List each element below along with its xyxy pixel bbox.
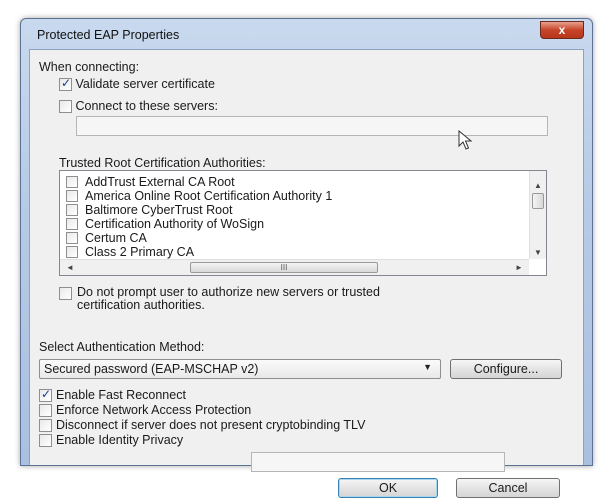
ca-item-label: Certification Authority of WoSign bbox=[85, 217, 265, 231]
connect-servers-option[interactable]: Connect to these servers: bbox=[59, 99, 218, 114]
identity-privacy-checkbox[interactable] bbox=[39, 434, 52, 448]
ok-button[interactable]: OK bbox=[338, 478, 438, 498]
ca-item-checkbox[interactable] bbox=[66, 232, 78, 244]
servers-input[interactable] bbox=[76, 116, 548, 136]
fast-reconnect-label: Enable Fast Reconnect bbox=[56, 388, 186, 402]
trusted-root-list[interactable]: AddTrust External CA Root America Online … bbox=[59, 170, 547, 276]
protected-eap-dialog: Protected EAP Properties x When connecti… bbox=[20, 18, 593, 498]
configure-button[interactable]: Configure... bbox=[450, 359, 562, 379]
auth-method-heading: Select Authentication Method: bbox=[39, 340, 205, 354]
ca-item-label: Class 2 Primary CA bbox=[85, 245, 195, 259]
cryptobinding-disconnect-option[interactable]: Disconnect if server does not present cr… bbox=[39, 418, 366, 433]
ca-item-label: America Online Root Certification Author… bbox=[85, 189, 333, 203]
connect-servers-checkbox[interactable] bbox=[59, 100, 72, 114]
horizontal-scroll-thumb[interactable]: III bbox=[190, 262, 378, 273]
network-access-protection-option[interactable]: Enforce Network Access Protection bbox=[39, 403, 252, 418]
ca-item-label: Baltimore CyberTrust Root bbox=[85, 203, 233, 217]
trusted-root-heading: Trusted Root Certification Authorities: bbox=[59, 156, 266, 170]
ca-item-label: Certum CA bbox=[85, 231, 147, 245]
network-access-protection-checkbox[interactable] bbox=[39, 404, 52, 418]
scroll-down-arrow-icon[interactable]: ▼ bbox=[530, 248, 546, 257]
ca-list-item[interactable]: Certification Authority of WoSign bbox=[66, 217, 264, 231]
dialog-title: Protected EAP Properties bbox=[37, 28, 180, 42]
vertical-scroll-thumb[interactable] bbox=[532, 193, 544, 209]
ca-item-checkbox[interactable] bbox=[66, 218, 78, 230]
ca-item-label: AddTrust External CA Root bbox=[85, 175, 235, 189]
no-prompt-option[interactable]: Do not prompt user to authorize new serv… bbox=[59, 286, 539, 312]
ca-item-checkbox[interactable] bbox=[66, 246, 78, 258]
ca-item-checkbox[interactable] bbox=[66, 190, 78, 202]
cancel-button[interactable]: Cancel bbox=[456, 478, 560, 498]
mouse-pointer-icon bbox=[458, 129, 473, 153]
title-bar[interactable]: Protected EAP Properties x bbox=[21, 19, 592, 49]
dropdown-arrow-icon: ▼ bbox=[423, 362, 432, 372]
identity-privacy-input[interactable] bbox=[251, 452, 505, 472]
identity-privacy-label: Enable Identity Privacy bbox=[56, 433, 184, 447]
no-prompt-label-line2: certification authorities. bbox=[77, 298, 205, 312]
ca-list-item[interactable]: Class 2 Primary CA bbox=[66, 245, 194, 259]
scroll-left-arrow-icon[interactable]: ◄ bbox=[62, 263, 78, 272]
vertical-scrollbar[interactable]: ▲ ▼ bbox=[529, 171, 546, 259]
network-access-protection-label: Enforce Network Access Protection bbox=[56, 403, 252, 417]
fast-reconnect-option[interactable]: Enable Fast Reconnect bbox=[39, 387, 186, 403]
auth-method-select[interactable]: Secured password (EAP-MSCHAP v2) ▼ bbox=[39, 359, 441, 379]
validate-certificate-option[interactable]: Validate server certificate bbox=[59, 76, 215, 92]
dialog-client-area: When connecting: Validate server certifi… bbox=[29, 49, 584, 498]
cryptobinding-disconnect-checkbox[interactable] bbox=[39, 419, 52, 433]
close-button[interactable]: x bbox=[540, 21, 584, 39]
when-connecting-heading: When connecting: bbox=[39, 60, 140, 74]
identity-privacy-option[interactable]: Enable Identity Privacy bbox=[39, 433, 184, 448]
fast-reconnect-checkbox[interactable] bbox=[39, 387, 52, 403]
validate-certificate-label: Validate server certificate bbox=[75, 77, 215, 91]
scroll-up-arrow-icon[interactable]: ▲ bbox=[530, 181, 546, 190]
ca-list-item[interactable]: Certum CA bbox=[66, 231, 147, 245]
ca-list-item[interactable]: Baltimore CyberTrust Root bbox=[66, 203, 233, 217]
validate-certificate-checkbox[interactable] bbox=[59, 76, 72, 92]
scroll-right-arrow-icon[interactable]: ► bbox=[511, 263, 527, 272]
cryptobinding-disconnect-label: Disconnect if server does not present cr… bbox=[56, 418, 366, 432]
ca-item-checkbox[interactable] bbox=[66, 176, 78, 188]
ca-item-checkbox[interactable] bbox=[66, 204, 78, 216]
horizontal-scrollbar[interactable]: ◄ III ► bbox=[60, 259, 529, 275]
ca-list-item[interactable]: AddTrust External CA Root bbox=[66, 175, 235, 189]
no-prompt-checkbox[interactable] bbox=[59, 287, 72, 300]
ca-list-item[interactable]: America Online Root Certification Author… bbox=[66, 189, 332, 203]
auth-method-selected: Secured password (EAP-MSCHAP v2) bbox=[44, 362, 259, 376]
connect-servers-label: Connect to these servers: bbox=[75, 99, 218, 113]
